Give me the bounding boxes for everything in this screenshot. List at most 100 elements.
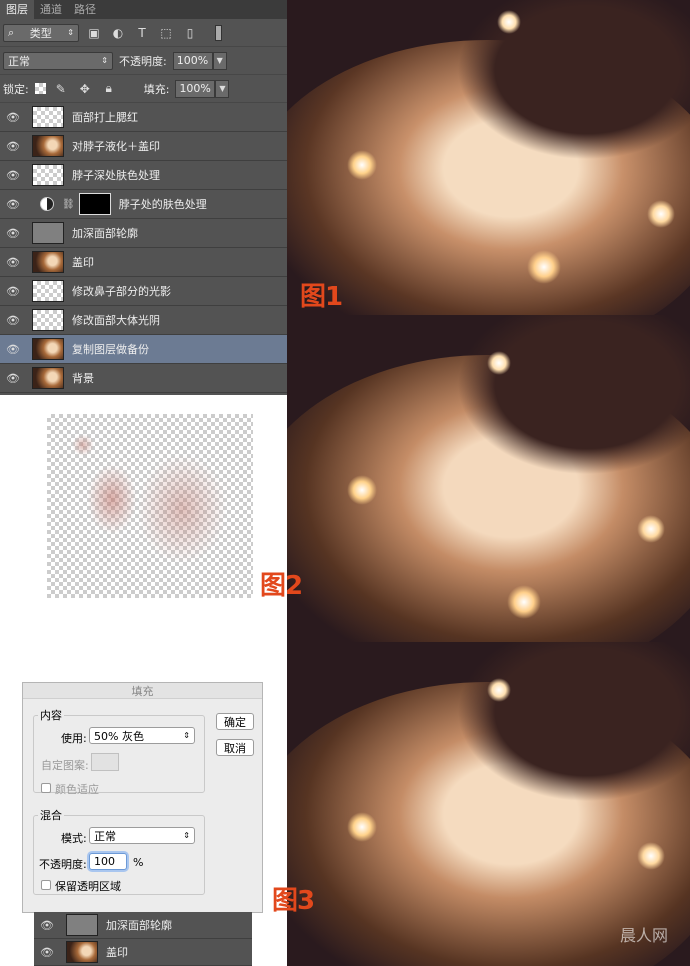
visibility-eye-icon[interactable]: 👁︎ (0, 372, 26, 385)
use-select[interactable]: 50% 灰色 ⇕ (89, 727, 195, 744)
layer-row[interactable]: 👁︎ 加深面部轮廓 (34, 912, 252, 939)
layer-name: 对脖子液化＋盖印 (72, 140, 160, 153)
layer-row[interactable]: 👁︎ 修改面部大体光阴 (0, 306, 287, 335)
layer-row[interactable]: 👁︎ 脖子深处肤色处理 (0, 161, 287, 190)
ok-button[interactable]: 确定 (216, 713, 254, 730)
preserve-transparency-checkbox[interactable] (41, 880, 51, 890)
tab-paths[interactable]: 路径 (68, 0, 102, 19)
lock-brush-icon[interactable]: ✎ (52, 80, 70, 98)
visibility-eye-icon[interactable]: 👁︎ (0, 198, 26, 211)
layer-row[interactable]: 👁︎ 修改鼻子部分的光影 (0, 277, 287, 306)
layer-thumbnail (32, 106, 64, 128)
cancel-button[interactable]: 取消 (216, 739, 254, 756)
layer-mask-thumbnail[interactable] (78, 193, 111, 215)
content-legend: 内容 (40, 709, 62, 722)
color-adapt-checkbox[interactable] (41, 783, 51, 793)
fill-input[interactable]: 100% (175, 79, 216, 98)
layer-thumbnail (32, 309, 64, 331)
mini-layers-panel: 👁︎ 加深面部轮廓 👁︎ 盖印 (34, 912, 252, 966)
layer-thumbnail (32, 367, 64, 389)
layer-name: 修改鼻子部分的光影 (72, 285, 171, 298)
layer-name: 面部打上腮红 (72, 111, 138, 124)
mode-label: 模式: (61, 832, 87, 845)
tab-channels[interactable]: 通道 (34, 0, 68, 19)
visibility-eye-icon[interactable]: 👁︎ (0, 111, 26, 124)
caption-fig3: 图3 (272, 886, 315, 916)
visibility-eye-icon[interactable]: 👁︎ (34, 919, 60, 932)
layer-name: 盖印 (72, 256, 94, 269)
caption-fig1: 图1 (300, 282, 343, 312)
layer-row[interactable]: 👁︎ 加深面部轮廓 (0, 219, 287, 248)
layer-row[interactable]: 👁︎ 盖印 (34, 939, 252, 966)
caption-fig2: 图2 (260, 571, 303, 601)
layer-thumbnail (32, 164, 64, 186)
mode-select[interactable]: 正常 ⇕ (89, 827, 195, 844)
blend-mode-select[interactable]: 正常 ⇕ (3, 51, 113, 70)
opacity-input[interactable]: 100% (172, 51, 213, 70)
photo-figure-1 (287, 0, 690, 315)
layer-row[interactable]: 👁︎ 对脖子液化＋盖印 (0, 132, 287, 161)
shape-filter-icon[interactable]: ⬚ (157, 24, 175, 42)
layer-thumbnail (32, 338, 64, 360)
layer-name: 修改面部大体光阴 (72, 314, 160, 327)
text-filter-icon[interactable]: T (133, 24, 151, 42)
tab-layers[interactable]: 图层 (0, 0, 34, 19)
visibility-eye-icon[interactable]: 👁︎ (0, 227, 26, 240)
filter-toggle-icon[interactable] (209, 24, 227, 42)
custom-pattern-picker[interactable] (91, 753, 119, 771)
lock-transparent-icon[interactable] (34, 83, 46, 94)
layer-row[interactable]: 👁︎ ⛓ 脖子处的肤色处理 (0, 190, 287, 219)
lock-all-icon[interactable]: 🔒︎ (100, 80, 118, 98)
dialog-opacity-label: 不透明度: (39, 858, 87, 871)
layer-thumbnail (32, 251, 64, 273)
dialog-opacity-input[interactable]: 100 (89, 853, 127, 870)
visibility-eye-icon[interactable]: 👁︎ (0, 285, 26, 298)
watermark: 晨人网 (619, 926, 668, 945)
link-icon[interactable]: ⛓ (62, 199, 75, 210)
layer-name: 脖子深处肤色处理 (72, 169, 160, 182)
layer-thumbnail (32, 135, 64, 157)
lock-move-icon[interactable]: ✥ (76, 80, 94, 98)
adjustment-filter-icon[interactable]: ◐ (109, 24, 127, 42)
photo-figure-2 (287, 315, 690, 642)
layer-thumbnail (32, 280, 64, 302)
layer-name: 复制图层做备份 (72, 343, 149, 356)
fill-label: 填充: (143, 82, 170, 96)
use-value: 50% 灰色 (94, 729, 144, 743)
visibility-eye-icon[interactable]: 👁︎ (0, 343, 26, 356)
blend-mode-label: 正常 (8, 54, 30, 68)
filter-kind-label: 类型 (29, 26, 52, 40)
lock-row: 锁定: ✎ ✥ 🔒︎ 填充: 100% ▼ (0, 75, 287, 103)
layer-thumbnail (32, 222, 64, 244)
layer-thumbnail (66, 941, 98, 963)
layer-list: 👁︎ 面部打上腮红 👁︎ 对脖子液化＋盖印 👁︎ 脖子深处肤色处理 👁︎ ⛓ 脖子处的肤色处理 👁… (0, 103, 287, 393)
layer-name: 加深面部轮廓 (106, 919, 172, 932)
layer-name: 加深面部轮廓 (72, 227, 138, 240)
photo-figure-3: 晨人网 (287, 642, 690, 966)
adjustment-layer-icon (40, 197, 54, 211)
visibility-eye-icon[interactable]: 👁︎ (0, 140, 26, 153)
image-filter-icon[interactable]: ▣ (85, 24, 103, 42)
use-label: 使用: (61, 732, 87, 745)
visibility-eye-icon[interactable]: 👁︎ (0, 314, 26, 327)
layer-name: 脖子处的肤色处理 (118, 198, 207, 211)
visibility-eye-icon[interactable]: 👁︎ (0, 256, 26, 269)
stepper-icon: ⇕ (183, 731, 190, 740)
layer-row[interactable]: 👁︎ 背景 (0, 364, 287, 393)
custom-pattern-label: 自定图案: (41, 759, 89, 772)
fill-dropdown-icon[interactable]: ▼ (215, 79, 230, 98)
opacity-label: 不透明度: (119, 54, 167, 68)
dialog-title: 填充 (23, 683, 262, 699)
visibility-eye-icon[interactable]: 👁︎ (0, 169, 26, 182)
layer-row[interactable]: 👁︎ 面部打上腮红 (0, 103, 287, 132)
layer-row[interactable]: 👁︎ 复制图层做备份 (0, 335, 287, 364)
color-adapt-label: 颜色适应 (55, 783, 99, 796)
smart-object-filter-icon[interactable]: ▯ (181, 24, 199, 42)
visibility-eye-icon[interactable]: 👁︎ (34, 946, 60, 959)
layer-row[interactable]: 👁︎ 盖印 (0, 248, 287, 277)
opacity-dropdown-icon[interactable]: ▼ (212, 51, 227, 70)
filter-kind-select[interactable]: ⌕ 类型 ⇕ (3, 23, 79, 42)
preserve-transparency-label: 保留透明区域 (55, 880, 121, 893)
lock-label: 锁定: (3, 82, 29, 96)
fill-dialog: 填充 内容 使用: 50% 灰色 ⇕ 自定图案: 颜色适应 混合 模式: 正常 … (22, 682, 263, 913)
